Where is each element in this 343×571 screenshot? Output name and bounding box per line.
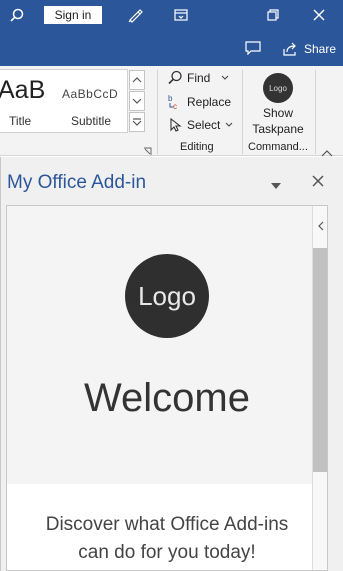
search-icon [168, 70, 182, 85]
share-label: Share [304, 42, 337, 56]
ribbon-separator [242, 70, 243, 154]
ribbon-display-icon[interactable] [168, 0, 194, 30]
addin-frame: Logo Welcome Discover what Office Add-in… [6, 205, 328, 571]
logo-icon: Logo [263, 73, 293, 103]
select-button[interactable]: Select [167, 115, 234, 135]
replace-label: Replace [187, 95, 232, 109]
welcome-heading: Welcome [84, 376, 250, 420]
chevron-down-icon [221, 75, 229, 80]
cursor-icon [170, 117, 182, 132]
styles-dialog-launcher[interactable] [143, 143, 152, 155]
show-taskpane-label: Show Taskpane [250, 105, 306, 137]
find-label: Find [187, 71, 211, 85]
taskpane-title: My Office Add-in [7, 172, 147, 193]
editing-group-label: Editing [180, 141, 214, 153]
style-title-label: Title [9, 114, 32, 128]
taskpane-options-button[interactable] [271, 177, 281, 189]
close-icon [312, 175, 324, 187]
chevron-left-icon [317, 221, 323, 231]
share-icon [283, 42, 296, 56]
hero-section: Logo Welcome [7, 206, 312, 484]
chevron-down-icon [132, 98, 142, 104]
show-taskpane-line1: Show [262, 106, 294, 120]
select-label: Select [187, 118, 221, 132]
addin-logo: Logo [125, 254, 209, 338]
scrollbar[interactable] [312, 206, 327, 570]
collapse-ribbon-button[interactable] [321, 144, 333, 157]
replace-icon: bc [168, 94, 177, 111]
show-taskpane-line2: Taskpane [252, 122, 304, 136]
scroll-thumb[interactable] [313, 248, 327, 472]
style-subtitle-sample: AaBbCcD [62, 87, 119, 101]
caret-down-icon [271, 183, 281, 189]
gallery-down-button[interactable] [129, 91, 145, 111]
pen-icon[interactable] [122, 0, 148, 30]
chevron-down-icon [225, 122, 233, 127]
gallery-more-button[interactable] [129, 112, 145, 132]
taskpane-close-button[interactable] [312, 174, 324, 187]
discover-line-1: Discover what Office Add-ins [45, 514, 289, 535]
restore-icon[interactable] [260, 0, 286, 30]
ribbon-separator [315, 70, 316, 154]
commands-group-label: Command... [248, 141, 308, 153]
svg-text:c: c [173, 102, 177, 111]
gallery-up-button[interactable] [129, 70, 145, 90]
style-title-sample: AaB [0, 76, 46, 104]
chevron-up-icon [132, 77, 142, 83]
replace-button[interactable]: bc Replace [167, 92, 231, 112]
search-icon[interactable] [4, 0, 30, 30]
sign-in-button[interactable]: Sign in [44, 6, 102, 24]
scroll-up-button[interactable] [313, 214, 327, 238]
discover-text: Discover what Office Add-ins can do for … [7, 511, 327, 567]
close-icon[interactable] [305, 0, 333, 30]
share-button[interactable]: Share [282, 39, 336, 59]
title-bar: Sign in [0, 0, 343, 30]
chevron-up-icon [321, 150, 333, 157]
find-button[interactable]: Find [167, 68, 230, 88]
gallery-scroll [129, 70, 145, 132]
comment-icon[interactable] [240, 30, 266, 66]
ribbon-separator [157, 70, 158, 154]
style-subtitle-label: Subtitle [71, 114, 112, 128]
discover-line-2: can do for you today! [78, 542, 256, 563]
styles-gallery: AaB Title AaBbCcD Subtitle [0, 69, 128, 133]
more-icon [132, 118, 142, 126]
